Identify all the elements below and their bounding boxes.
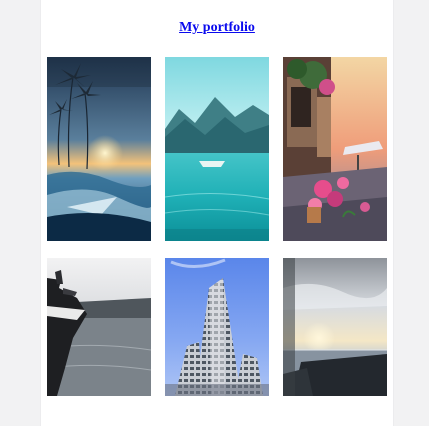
cloudy-sea-rocks-photo[interactable] — [283, 258, 387, 396]
boat-misty-lake-photo[interactable] — [47, 258, 151, 396]
sunset-beach-palms-photo[interactable] — [47, 57, 151, 241]
photo-gallery — [47, 57, 387, 396]
turquoise-lake-mountains-photo[interactable] — [165, 57, 269, 241]
portfolio-title-link[interactable]: My portfolio — [41, 20, 393, 36]
tall-building-blue-sky-photo[interactable] — [165, 258, 269, 396]
portfolio-page: My portfolio — [40, 0, 394, 426]
flower-street-cafe-photo[interactable] — [283, 57, 387, 241]
